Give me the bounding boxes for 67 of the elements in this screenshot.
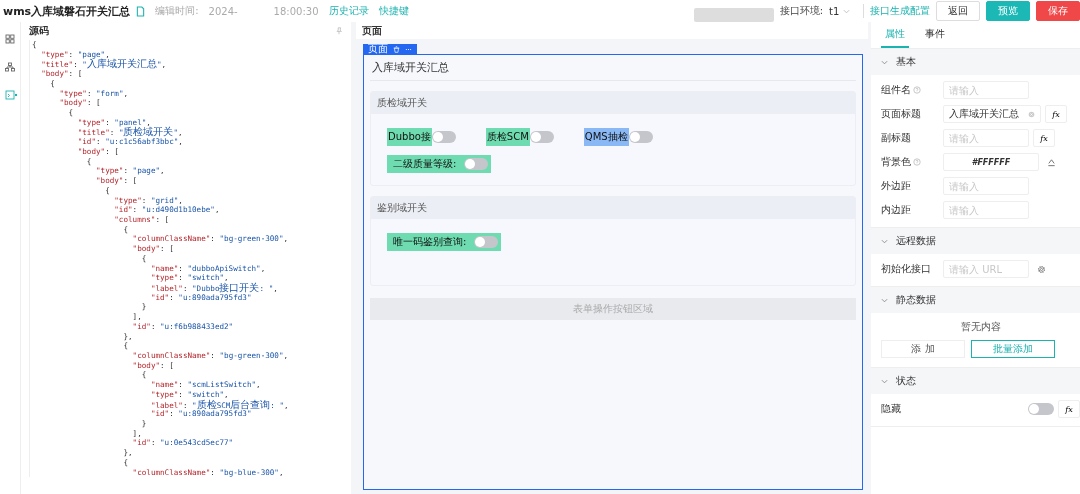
switch-label: Dubbo接: [387, 128, 432, 146]
switch-field[interactable]: 唯一码鉴别查询:: [387, 233, 502, 251]
pin-icon[interactable]: [335, 27, 343, 35]
field-label: 隐藏: [881, 402, 902, 416]
chevron-icon[interactable]: [881, 238, 888, 244]
panel-title: 源码: [29, 24, 49, 38]
code-icon[interactable]: [5, 90, 15, 100]
grid-icon[interactable]: [5, 34, 15, 44]
section-title: 静态数据: [896, 293, 936, 307]
section-header[interactable]: 基本: [871, 49, 1080, 75]
section-title: 远程数据: [896, 234, 936, 248]
settings-icon[interactable]: [1037, 264, 1046, 274]
selection-tag[interactable]: 页面: [363, 44, 417, 54]
field-label: 外边距: [881, 179, 911, 193]
fx-button[interactable]: fx: [1033, 129, 1055, 147]
toggle-switch[interactable]: [1028, 403, 1054, 415]
color-field[interactable]: #FFFFFF: [943, 153, 1039, 171]
section-title: 基本: [896, 55, 916, 69]
clear-icon[interactable]: [1028, 110, 1035, 118]
field-label: 页面标题: [881, 107, 921, 121]
help-icon[interactable]: [913, 86, 921, 94]
section-header[interactable]: 状态: [871, 368, 1080, 394]
edit-time: 18:00:30: [273, 5, 319, 17]
toggle-switch[interactable]: [474, 236, 499, 248]
chevron-icon[interactable]: [881, 297, 888, 303]
switch-label: QMS抽检: [583, 128, 629, 146]
color-picker-icon[interactable]: [1047, 157, 1056, 167]
field-label: 内边距: [881, 203, 911, 217]
chevron-icon[interactable]: [881, 378, 888, 384]
field-label: 组件名: [881, 83, 911, 97]
page-heading: 入库域开关汇总: [370, 55, 856, 81]
switch-label: 二级质量等级:: [393, 157, 457, 171]
panel-heading: 质检域开关: [377, 97, 427, 108]
document-icon[interactable]: [136, 5, 146, 17]
delete-icon[interactable]: [393, 45, 400, 53]
env-select[interactable]: t1: [829, 5, 857, 17]
add-button[interactable]: 添 加: [881, 340, 965, 358]
fx-button[interactable]: fx: [1058, 400, 1080, 418]
switch-label: 唯一码鉴别查询:: [393, 235, 467, 249]
toggle-switch[interactable]: [628, 131, 653, 143]
tab[interactable]: 事件: [921, 22, 949, 48]
section-header[interactable]: 静态数据: [871, 287, 1080, 313]
env-label: 接口环境:: [779, 4, 823, 18]
empty-text: 暂无内容: [959, 320, 1002, 334]
fx-button[interactable]: fx: [1045, 105, 1067, 123]
edit-time-label: 编辑时间:: [155, 4, 199, 18]
switch-field[interactable]: 二级质量等级:: [387, 155, 492, 173]
header-button[interactable]: 返回: [936, 1, 980, 21]
chevron-icon[interactable]: [843, 8, 851, 14]
field-label: 初始化接口: [881, 262, 931, 276]
section-header[interactable]: 远程数据: [871, 228, 1080, 254]
field-label: 背景色: [881, 155, 911, 169]
help-icon[interactable]: [913, 158, 921, 166]
field-label: 副标题: [881, 131, 911, 145]
panel-heading: 鉴别域开关: [377, 202, 427, 213]
chevron-icon[interactable]: [881, 59, 888, 65]
panel-title: 页面: [362, 23, 382, 38]
tree-icon[interactable]: [5, 62, 15, 72]
header-button[interactable]: 保存: [1036, 1, 1080, 21]
toggle-switch[interactable]: [464, 158, 489, 170]
switch-label: 质检SCM: [485, 128, 530, 146]
input-field[interactable]: 入库域开关汇总: [943, 105, 1041, 123]
toggle-switch[interactable]: [529, 131, 554, 143]
toggle-switch[interactable]: [431, 131, 456, 143]
section-title: 状态: [896, 374, 916, 388]
page-title: wms入库域磐石开关汇总: [3, 3, 131, 19]
edit-date: 2024-: [208, 5, 238, 17]
